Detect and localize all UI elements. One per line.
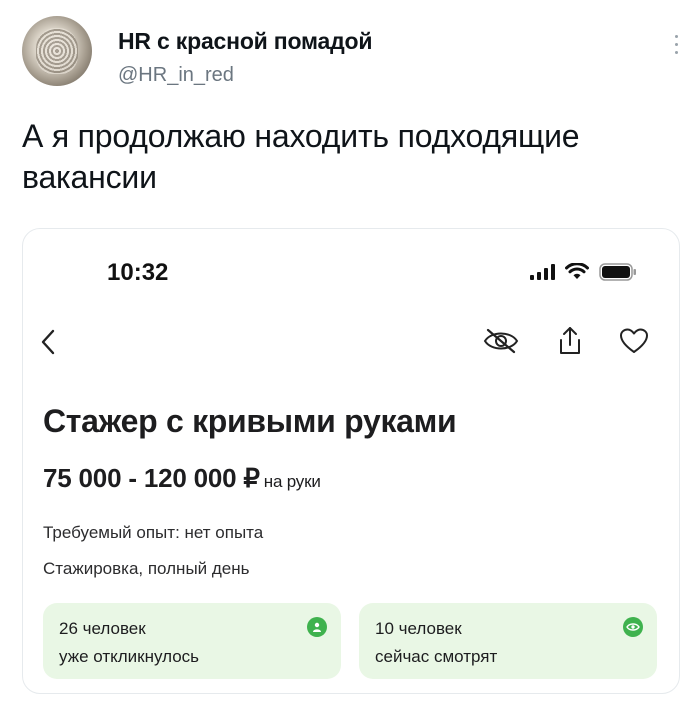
wifi-icon	[565, 263, 589, 281]
salary-range: 75 000 - 120 000 ₽	[43, 463, 260, 493]
eye-icon	[623, 617, 643, 637]
status-icons	[530, 263, 637, 281]
tweet-header: HR с красной помадой @HR_in_red	[22, 16, 682, 88]
responses-count: 26 человек	[59, 619, 146, 638]
attached-screenshot[interactable]: 10:32 Стажер с кривыми руками 75 000 - 1…	[22, 228, 680, 694]
hide-eye-icon[interactable]	[481, 326, 521, 361]
salary-note: на руки	[263, 472, 321, 491]
more-options-icon[interactable]	[670, 30, 682, 66]
viewers-count: 10 человек	[375, 619, 462, 638]
heart-icon[interactable]	[619, 327, 649, 360]
responses-stat: 26 человек уже откликнулось	[43, 603, 341, 679]
employment-type: Стажировка, полный день	[43, 559, 250, 578]
tweet-text: А я продолжаю находить подходящие ваканс…	[22, 118, 580, 195]
viewers-stat: 10 человек сейчас смотрят	[359, 603, 657, 679]
display-name[interactable]: HR с красной помадой	[118, 28, 373, 55]
nav-actions	[481, 325, 649, 362]
salary: 75 000 - 120 000 ₽ на руки	[43, 463, 321, 494]
user-handle[interactable]: @HR_in_red	[118, 64, 234, 87]
battery-icon	[599, 263, 637, 281]
back-chevron-icon[interactable]	[37, 327, 59, 362]
signal-icon	[530, 264, 555, 280]
person-icon	[307, 617, 327, 637]
status-time: 10:32	[107, 259, 169, 286]
vacancy-title: Стажер с кривыми руками	[43, 403, 457, 439]
avatar[interactable]	[22, 16, 92, 86]
experience-requirement: Требуемый опыт: нет опыта	[43, 523, 264, 542]
share-icon[interactable]	[555, 325, 585, 362]
viewers-label: сейчас смотрят	[375, 647, 498, 666]
responses-label: уже откликнулось	[59, 647, 200, 666]
